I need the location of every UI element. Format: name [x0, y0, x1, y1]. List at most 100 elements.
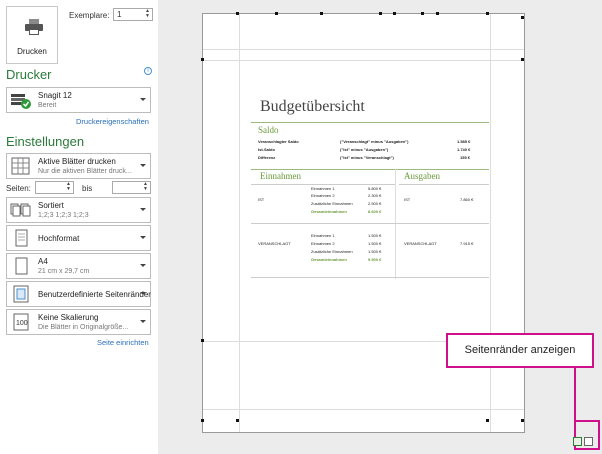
portrait-icon [15, 229, 28, 247]
chevron-down-icon [140, 292, 146, 295]
saldo-row-formula: ("Ist" minus "Veranschlagt") [340, 155, 394, 160]
zoom-to-page-icon[interactable] [584, 437, 593, 446]
margins-icon [13, 285, 29, 303]
orientation-select[interactable]: Hochformat [6, 225, 151, 251]
margin-handle[interactable] [275, 12, 278, 15]
chevron-down-icon [140, 98, 146, 101]
saldo-row-value: 155 € [460, 155, 471, 160]
copies-value: 1 [117, 10, 122, 19]
copies-spinner[interactable]: ▲ ▼ [144, 9, 151, 20]
chevron-down-icon [140, 264, 146, 267]
margin-line-top[interactable] [203, 60, 524, 61]
saldo-row-formula: ("Veranschlagt" minus "Ausgaben") [340, 139, 409, 144]
print-preview-page: Budgetübersicht Saldo Veranschlagter Sal… [201, 12, 525, 433]
saldo-heading: Saldo [258, 125, 279, 135]
income-item-value: 1.500 € [368, 233, 382, 238]
print-settings-panel: Drucken Exemplare: 1 ▲ ▼ Drucker i Snagit… [0, 0, 158, 454]
svg-text:100: 100 [16, 320, 28, 327]
margin-handle[interactable] [421, 12, 424, 15]
printer-properties-link[interactable]: Druckereigenschaften [76, 117, 149, 126]
info-icon[interactable]: i [144, 67, 152, 75]
collate-icon [10, 203, 31, 217]
income-total-value: 9.500 € [368, 257, 382, 262]
margin-handle[interactable] [201, 339, 204, 342]
printer-section-title: Drucker [6, 67, 52, 82]
veranschlagt-label: VERANSCHLAGT [258, 241, 291, 246]
income-total-label: Gesamteinnahmen [311, 257, 347, 262]
divider [251, 277, 489, 278]
margin-handle[interactable] [379, 12, 382, 15]
printer-select[interactable]: Snagit 12 Bereit [6, 87, 151, 113]
printer-name: Snagit 12 [38, 91, 72, 100]
margin-line-footer[interactable] [203, 409, 524, 410]
income-heading: Einnahmen [260, 171, 301, 181]
margin-line-right[interactable] [490, 14, 491, 432]
pages-from-spinner[interactable]: ▲ ▼ [65, 182, 72, 193]
income-total-value: 8.600 € [368, 209, 382, 214]
document-title: Budgetübersicht [260, 98, 365, 115]
margin-handle[interactable] [236, 12, 239, 15]
callout-connector [598, 420, 600, 450]
printer-ready-icon [11, 94, 31, 109]
chevron-down-icon [140, 164, 146, 167]
expense-ist-label: IST [404, 197, 411, 202]
income-item-label: Zusätzliche Einnahmen [311, 201, 353, 206]
settings-section-title: Einstellungen [6, 134, 85, 149]
margin-line-header[interactable] [203, 49, 524, 50]
margin-handle[interactable] [201, 58, 204, 61]
divider [251, 122, 489, 123]
expense-ist-value: 7.860 € [460, 197, 474, 202]
income-item-value: 5.800 € [368, 186, 382, 191]
show-margins-icon[interactable] [573, 437, 582, 446]
margin-handle[interactable] [521, 58, 524, 61]
divider [251, 169, 489, 170]
margin-handle[interactable] [486, 419, 489, 422]
chevron-down-icon [140, 208, 146, 211]
scaling-subtitle: Die Blätter in Originalgröße... [38, 324, 129, 331]
income-item-label: Einnahmen 2 [311, 241, 335, 246]
collate-title: Sortiert [38, 201, 64, 210]
chevron-down-icon [140, 320, 146, 323]
print-scope-select[interactable]: Aktive Blätter drucken Nur die aktiven B… [6, 153, 151, 179]
margin-handle[interactable] [236, 419, 239, 422]
margin-handle[interactable] [486, 12, 489, 15]
saldo-row-value: 1.585 € [457, 139, 471, 144]
pages-to-label: bis [82, 184, 93, 193]
orientation-title: Hochformat [38, 234, 80, 243]
pages-to-spinner[interactable]: ▲ ▼ [142, 182, 149, 193]
saldo-row-formula: ("Ist" minus "Ausgaben") [340, 147, 389, 152]
margin-handle[interactable] [521, 419, 524, 422]
margin-handle[interactable] [521, 16, 524, 19]
callout-connector [574, 368, 576, 422]
copies-input[interactable]: 1 ▲ ▼ [113, 8, 153, 21]
expenses-heading: Ausgaben [404, 171, 440, 181]
print-scope-title: Aktive Blätter drucken [38, 157, 116, 166]
margin-handle[interactable] [393, 12, 396, 15]
margin-line-left[interactable] [239, 14, 240, 432]
print-button[interactable]: Drucken [6, 6, 58, 64]
saldo-row-label: Veranschlagter Saldo [258, 139, 299, 144]
page-setup-link[interactable]: Seite einrichten [97, 338, 149, 347]
margin-handle[interactable] [201, 419, 204, 422]
margins-select[interactable]: Benutzerdefinierte Seitenränder [6, 281, 151, 307]
callout-connector [574, 448, 600, 450]
income-item-value: 2.500 € [368, 201, 382, 206]
pages-to-input[interactable]: ▲ ▼ [112, 181, 151, 194]
margin-handle[interactable] [320, 12, 323, 15]
divider [399, 184, 489, 185]
expense-veranschlagt-value: 7.915 € [460, 241, 474, 246]
scaling-select[interactable]: 100 Keine Skalierung Die Blätter in Orig… [6, 309, 151, 335]
margin-handle[interactable] [436, 12, 439, 15]
callout-connector [574, 420, 600, 422]
income-item-label: Einnahmen 1 [311, 233, 335, 238]
income-item-value: 1.500 € [368, 241, 382, 246]
scaling-title: Keine Skalierung [38, 313, 99, 322]
divider [251, 184, 395, 185]
collate-select[interactable]: Sortiert 1;2;3 1;2;3 1;2;3 [6, 197, 151, 223]
paper-size-select[interactable]: A4 21 cm x 29,7 cm [6, 253, 151, 279]
scaling-icon: 100 [13, 313, 29, 331]
income-item-label: Zusätzliche Einnahmen [311, 249, 353, 254]
chevron-down-icon [140, 236, 146, 239]
printer-icon [25, 19, 43, 35]
pages-from-input[interactable]: ▲ ▼ [35, 181, 74, 194]
